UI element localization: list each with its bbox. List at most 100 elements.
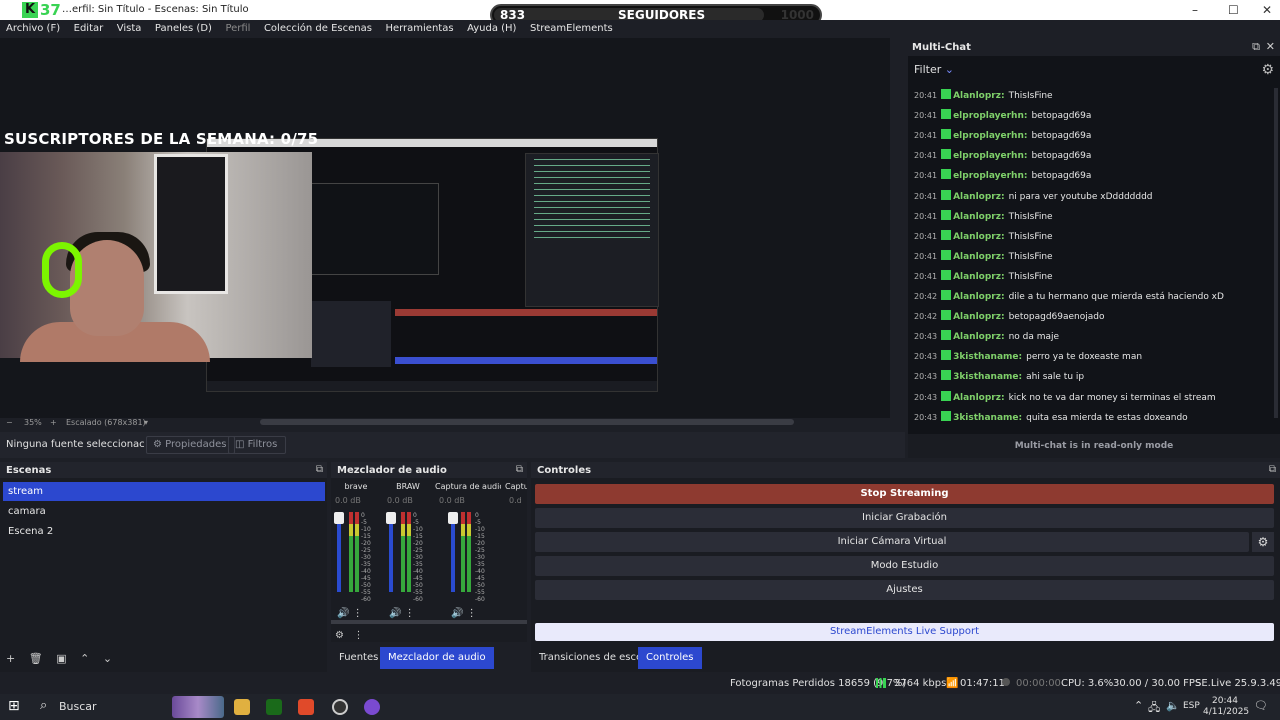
scene-filters-icon[interactable]: ▣ (56, 652, 66, 665)
float-dock-icon[interactable]: ⧉ (1269, 464, 1276, 475)
message-username[interactable]: Alanloprz: (953, 272, 1005, 282)
source-toolbar: Ninguna fuente seleccionac ⚙ Propiedades… (0, 432, 905, 458)
clock-time[interactable]: 20:44 (1212, 696, 1238, 706)
stop-streaming-button[interactable]: Stop Streaming (535, 484, 1274, 504)
language-indicator[interactable]: ESP (1183, 701, 1200, 711)
advanced-audio-gear-icon[interactable]: ⚙ (335, 630, 344, 641)
move-up-icon[interactable]: ⌃ (80, 652, 89, 665)
message-username[interactable]: Alanloprz: (953, 312, 1005, 322)
more-options-icon[interactable]: ⋮ (353, 608, 363, 619)
kick-platform-icon (941, 149, 952, 160)
volume-knob[interactable] (448, 512, 458, 524)
message-username[interactable]: 3kisthaname: (953, 372, 1022, 382)
streamelements-support-button[interactable]: StreamElements Live Support (535, 623, 1274, 641)
scene-item-escena-2[interactable]: Escena 2 (3, 522, 325, 541)
close-dock-icon[interactable]: ✕ (1266, 40, 1275, 53)
notifications-icon[interactable]: 🗨 (1254, 699, 1268, 712)
scene-item-stream[interactable]: stream (3, 482, 325, 501)
message-username[interactable]: Alanloprz: (953, 292, 1005, 302)
file-explorer-icon[interactable] (234, 699, 250, 715)
message-username[interactable]: elproplayerhn: (953, 171, 1027, 181)
menu-editar[interactable]: Editar (74, 20, 104, 38)
message-username[interactable]: Alanloprz: (953, 332, 1005, 342)
move-down-icon[interactable]: ⌄ (103, 652, 112, 665)
maximize-button[interactable]: ☐ (1228, 3, 1239, 17)
tab-controles[interactable]: Controles (638, 647, 702, 669)
stream-time: 01:47:11 (960, 678, 1005, 689)
message-username[interactable]: elproplayerhn: (953, 111, 1027, 121)
brave-browser-icon[interactable] (298, 699, 314, 715)
menu-ayuda[interactable]: Ayuda (H) (467, 20, 516, 38)
tray-chevron-icon[interactable]: ⌃ (1134, 699, 1143, 712)
tab-fuentes[interactable]: Fuentes (331, 647, 386, 669)
menu-herramientas[interactable]: Herramientas (385, 20, 453, 38)
message-time: 20:43 (914, 412, 938, 422)
volume-slider[interactable] (337, 512, 341, 592)
obs-icon[interactable] (332, 699, 348, 715)
volume-slider[interactable] (389, 512, 393, 592)
scale-dropdown-icon[interactable]: ▾ (144, 418, 148, 427)
windows-start-icon[interactable]: ⊞ (8, 698, 20, 714)
tab-mezclador-audio[interactable]: Mezclador de audio (380, 647, 494, 669)
more-options-icon[interactable]: ⋮ (405, 608, 415, 619)
level-meter (461, 512, 465, 592)
message-username[interactable]: Alanloprz: (953, 212, 1005, 222)
message-username[interactable]: Alanloprz: (953, 393, 1005, 403)
chat-scrollbar[interactable] (1274, 88, 1278, 418)
virtualcam-settings-gear-icon[interactable]: ⚙ (1252, 532, 1274, 552)
filters-button[interactable]: ◫ Filtros (228, 436, 287, 454)
nvidia-icon[interactable] (266, 699, 282, 715)
volume-knob[interactable] (334, 512, 344, 524)
volume-slider[interactable] (451, 512, 455, 592)
taskbar-search-input[interactable]: Buscar (59, 700, 97, 713)
start-virtualcam-button[interactable]: Iniciar Cámara Virtual (535, 532, 1249, 552)
zoom-plus-icon[interactable]: + (50, 418, 57, 427)
chat-settings-gear-icon[interactable]: ⚙ (1261, 62, 1274, 78)
remove-scene-icon[interactable]: 🗑 (29, 652, 43, 665)
message-username[interactable]: 3kisthaname: (953, 413, 1022, 423)
message-username[interactable]: elproplayerhn: (953, 131, 1027, 141)
menu-vista[interactable]: Vista (117, 20, 142, 38)
message-username[interactable]: Alanloprz: (953, 252, 1005, 262)
message-username[interactable]: Alanloprz: (953, 232, 1005, 242)
volume-icon[interactable]: 🔈 (1166, 699, 1180, 712)
message-username[interactable]: elproplayerhn: (953, 151, 1027, 161)
speaker-icon[interactable]: 🔊 (337, 608, 349, 619)
float-dock-icon[interactable]: ⧉ (1252, 40, 1260, 54)
message-username[interactable]: Alanloprz: (953, 192, 1005, 202)
clock-date[interactable]: 4/11/2025 (1203, 707, 1249, 717)
menu-paneles[interactable]: Paneles (D) (155, 20, 212, 38)
message-username[interactable]: 3kisthaname: (953, 352, 1022, 362)
scene-item-camara[interactable]: camara (3, 502, 325, 521)
settings-button[interactable]: Ajustes (535, 580, 1274, 600)
more-options-icon[interactable]: ⋮ (467, 608, 477, 619)
speaker-icon[interactable]: 🔊 (451, 608, 463, 619)
zoom-minus-icon[interactable]: − (6, 418, 13, 427)
add-scene-icon[interactable]: + (6, 652, 15, 665)
kick-platform-icon (941, 189, 952, 200)
start-recording-button[interactable]: Iniciar Grabación (535, 508, 1274, 528)
menu-perfil[interactable]: Perfil (225, 20, 250, 38)
studio-mode-button[interactable]: Modo Estudio (535, 556, 1274, 576)
message-username[interactable]: Alanloprz: (953, 91, 1005, 101)
filters-label: Filtros (247, 439, 278, 450)
properties-button[interactable]: ⚙ Propiedades (146, 436, 236, 454)
menu-coleccion-escenas[interactable]: Colección de Escenas (264, 20, 372, 38)
mixer-scrollbar[interactable] (331, 620, 527, 624)
filter-dropdown[interactable]: Filter ⌄ (914, 63, 954, 76)
menu-streamelements[interactable]: StreamElements (530, 20, 613, 38)
mixer-menu-icon[interactable]: ⋮ (354, 630, 364, 641)
close-button[interactable]: ✕ (1262, 3, 1272, 17)
float-dock-icon[interactable]: ⧉ (316, 464, 323, 475)
network-icon[interactable]: 🖧 (1148, 699, 1160, 718)
menu-archivo[interactable]: Archivo (F) (6, 20, 60, 38)
discord-icon[interactable] (364, 699, 380, 715)
message-text: ThisIsFine (1008, 211, 1053, 222)
float-dock-icon[interactable]: ⧉ (516, 464, 523, 475)
mixer-channel: brave 0.0 dB 0 -5 -10 -15 -20 -25 -30 -35 -40 -45… (331, 482, 381, 619)
speaker-icon[interactable]: 🔊 (389, 608, 401, 619)
volume-knob[interactable] (386, 512, 396, 524)
windows-taskbar: ⊞ ⌕ Buscar ⌃ 🖧 🔈 ESP 20:44 4/11/2025 🗨 (0, 694, 1280, 720)
minimize-button[interactable]: – (1192, 3, 1198, 17)
preview-scrollbar[interactable] (260, 419, 794, 425)
